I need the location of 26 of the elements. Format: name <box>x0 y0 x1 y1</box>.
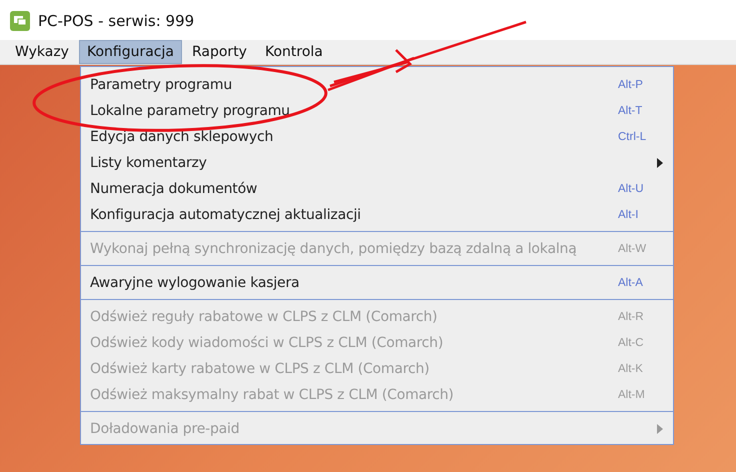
shortcut-text: Alt-I <box>618 209 640 221</box>
shortcut-text: Alt-P <box>618 79 644 91</box>
menu-item[interactable]: Edycja danych sklepowych Ctrl-L <box>81 124 673 150</box>
shortcut-text: Alt-U <box>618 183 645 195</box>
menu-bar-item[interactable]: Kontrola <box>256 40 331 64</box>
app-icon <box>10 11 30 31</box>
shortcut-text: Alt-T <box>618 105 644 117</box>
shortcut-text: Alt-A <box>618 277 644 289</box>
menu-item[interactable]: Awaryjne wylogowanie kasjera Alt-A <box>81 270 673 296</box>
menu-item[interactable]: Listy komentarzy <box>81 150 673 176</box>
menu-item[interactable]: Parametry programu Alt-P <box>81 72 673 98</box>
menu-bar-item[interactable]: Raporty <box>184 40 255 64</box>
shortcut-text: Alt-W <box>618 243 648 255</box>
submenu-arrow-icon <box>657 158 663 168</box>
menu-item[interactable]: Konfiguracja automatycznej aktualizacji Alt-I <box>81 202 673 228</box>
shortcut-text: Alt-M <box>618 389 646 401</box>
menu-item[interactable]: Lokalne parametry programu Alt-T <box>81 98 673 124</box>
shortcut-text: Ctrl-L <box>618 131 648 143</box>
shortcut-text: Alt-K <box>618 363 644 375</box>
submenu-arrow-icon <box>657 424 663 434</box>
menu-bar-item[interactable]: Wykazy <box>7 40 77 64</box>
menu-bar-item[interactable]: Konfiguracja <box>78 40 182 64</box>
shortcut-text: Alt-C <box>618 337 645 349</box>
window-title: PC-POS - serwis: 999 <box>38 12 194 30</box>
shortcut-text: Alt-R <box>618 311 645 323</box>
menu-item[interactable]: Numeracja dokumentów Alt-U <box>81 176 673 202</box>
